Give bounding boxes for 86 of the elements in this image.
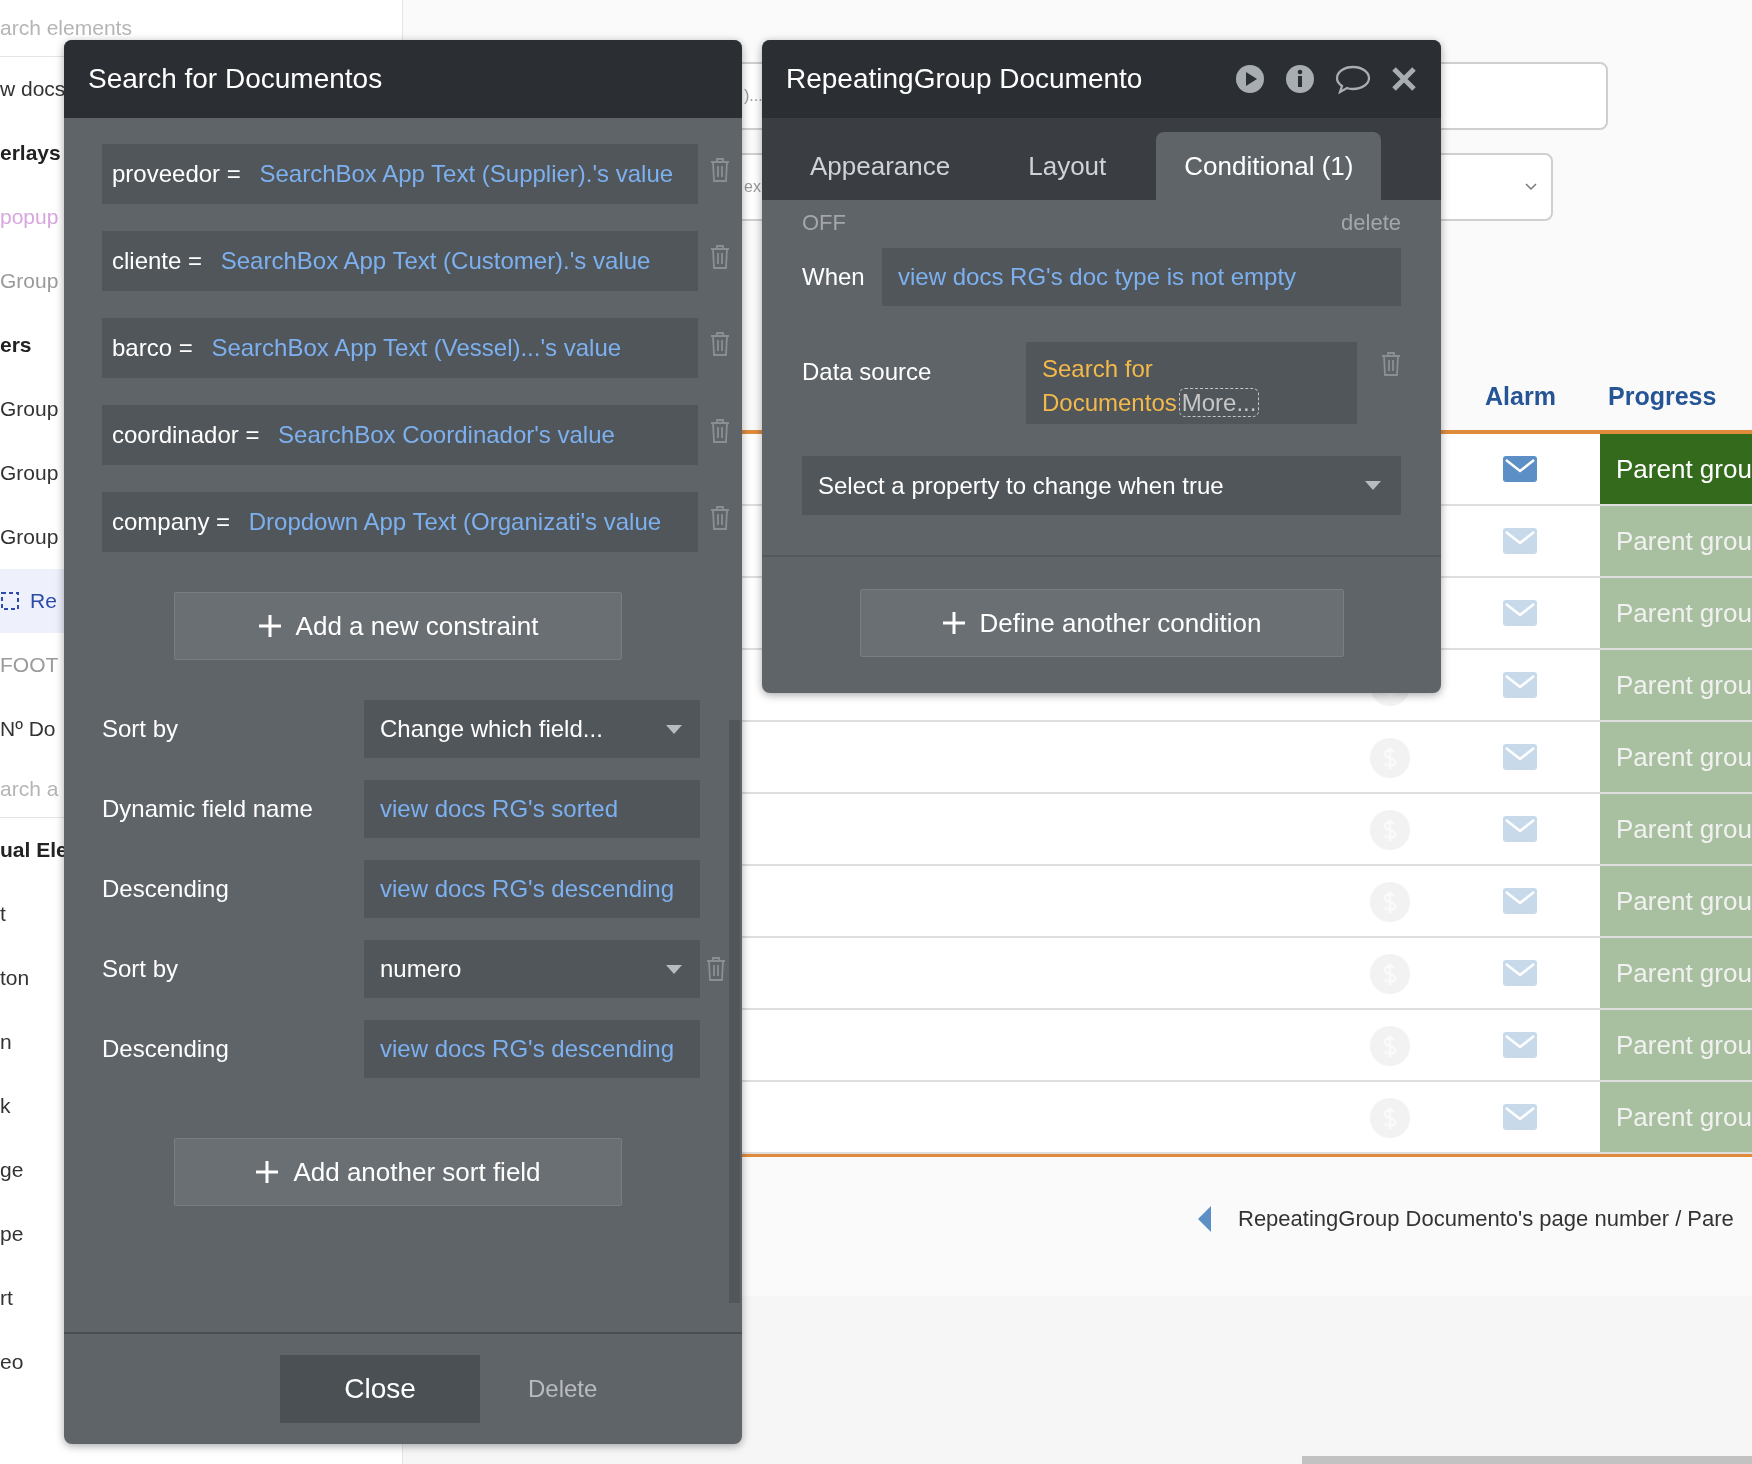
sidebar-item[interactable]: Group bbox=[0, 461, 59, 485]
sidebar-item[interactable]: k bbox=[0, 1094, 11, 1118]
tab[interactable]: Appearance bbox=[782, 132, 979, 200]
progress-cell: Parent grou bbox=[1600, 866, 1752, 936]
progress-cell: Parent grou bbox=[1600, 650, 1752, 720]
sidebar-item[interactable]: pe bbox=[0, 1222, 24, 1246]
trash-icon[interactable] bbox=[710, 419, 730, 443]
envelope-icon[interactable] bbox=[1503, 960, 1537, 986]
sidebar-item[interactable]: w docs bbox=[0, 77, 66, 101]
column-header: Progress bbox=[1608, 382, 1717, 411]
sidebar-item[interactable]: Group bbox=[0, 525, 59, 549]
close-button[interactable]: Close bbox=[280, 1355, 480, 1423]
column-header: Alarm bbox=[1485, 382, 1556, 411]
progress-cell: Parent grou bbox=[1600, 1010, 1752, 1080]
field-label: Data source bbox=[802, 358, 933, 386]
sidebar-item[interactable]: n bbox=[0, 1030, 12, 1054]
field-label: Sort by bbox=[102, 715, 180, 743]
field-label: Descending bbox=[102, 875, 230, 903]
trash-icon[interactable] bbox=[710, 245, 730, 269]
tab[interactable]: Layout bbox=[1000, 132, 1135, 200]
more-link[interactable]: More... bbox=[1178, 388, 1260, 417]
play-icon[interactable] bbox=[1235, 64, 1265, 94]
progress-cell: Parent grou bbox=[1600, 794, 1752, 864]
add-constraint-button[interactable]: Add a new constraint bbox=[174, 592, 622, 660]
constraint-expression[interactable]: coordinador = SearchBox Coordinador's value bbox=[102, 405, 698, 465]
horizontal-scrollbar[interactable] bbox=[1302, 1456, 1752, 1464]
sidebar-item[interactable]: Group bbox=[0, 397, 59, 421]
caret-down-icon bbox=[666, 724, 682, 734]
progress-cell: Parent grou bbox=[1600, 434, 1752, 504]
plus-icon bbox=[255, 1160, 280, 1184]
envelope-icon[interactable] bbox=[1503, 744, 1537, 770]
sidebar-item[interactable]: erlays bbox=[0, 141, 61, 165]
progress-cell: Parent grou bbox=[1600, 578, 1752, 648]
constraint-expression[interactable]: proveedor = SearchBox App Text (Supplier).'s value bbox=[102, 144, 698, 204]
constraint-expression[interactable]: company = Dropdown App Text (Organizati's value bbox=[102, 492, 698, 552]
sidebar-item[interactable]: ers bbox=[0, 333, 32, 357]
sort-dropdown[interactable]: Change which field... bbox=[364, 700, 700, 758]
sidebar-item[interactable]: Nº Do bbox=[0, 717, 56, 741]
caret-down-icon bbox=[1365, 481, 1381, 490]
envelope-icon[interactable] bbox=[1503, 816, 1537, 842]
previous-page-icon[interactable] bbox=[1198, 1206, 1212, 1232]
envelope-icon[interactable] bbox=[1503, 456, 1537, 482]
progress-cell: Parent grou bbox=[1600, 938, 1752, 1008]
progress-cell: Parent grou bbox=[1600, 1082, 1752, 1152]
info-icon[interactable] bbox=[1285, 64, 1315, 94]
envelope-icon[interactable] bbox=[1503, 1032, 1537, 1058]
envelope-icon[interactable] bbox=[1503, 888, 1537, 914]
envelope-icon[interactable] bbox=[1503, 528, 1537, 554]
envelope-icon[interactable] bbox=[1503, 600, 1537, 626]
trash-icon[interactable] bbox=[710, 158, 730, 182]
constraint-expression[interactable]: barco = SearchBox App Text (Vessel)...'s value bbox=[102, 318, 698, 378]
comment-icon[interactable] bbox=[1335, 64, 1371, 94]
field-label: Sort by bbox=[102, 955, 180, 983]
dashed-selection-icon bbox=[0, 591, 20, 611]
envelope-icon[interactable] bbox=[1503, 672, 1537, 698]
sort-dropdown[interactable]: numero bbox=[364, 940, 700, 998]
trash-icon[interactable] bbox=[1381, 352, 1401, 376]
sidebar-item[interactable]: eo bbox=[0, 1350, 24, 1374]
property-dropdown[interactable]: Select a property to change when true bbox=[802, 456, 1401, 515]
tab[interactable]: Conditional (1) bbox=[1156, 132, 1382, 200]
trash-icon[interactable] bbox=[710, 506, 730, 530]
trash-icon[interactable] bbox=[706, 957, 726, 981]
constraint-expression[interactable]: cliente = SearchBox App Text (Customer).'s value bbox=[102, 231, 698, 291]
panel-title: RepeatingGroup Documento bbox=[786, 63, 1143, 95]
sidebar-item[interactable]: t bbox=[0, 902, 6, 926]
field-label: Dynamic field name bbox=[102, 795, 314, 823]
close-icon[interactable] bbox=[1391, 66, 1417, 92]
chevron-down-icon bbox=[1525, 183, 1537, 191]
caret-down-icon bbox=[666, 964, 682, 974]
sidebar-item[interactable]: ton bbox=[0, 966, 30, 990]
field-label: When bbox=[802, 263, 866, 291]
data-source-field[interactable]: Search for Documentos More... bbox=[1026, 342, 1357, 424]
sidebar-item[interactable]: ge bbox=[0, 1158, 24, 1182]
condition-state: OFF bbox=[802, 210, 846, 236]
plus-icon bbox=[257, 614, 282, 638]
progress-cell: Parent grou bbox=[1600, 722, 1752, 792]
panel-title: Search for Documentos bbox=[88, 63, 383, 95]
trash-icon[interactable] bbox=[710, 332, 730, 356]
page-number-text: RepeatingGroup Documento's page number / Pare bbox=[1238, 1206, 1734, 1232]
sidebar-item[interactable]: rt bbox=[0, 1286, 13, 1310]
envelope-icon[interactable] bbox=[1503, 1104, 1537, 1130]
define-condition-button[interactable]: Define another condition bbox=[859, 589, 1344, 657]
add-sort-field-button[interactable]: Add another sort field bbox=[174, 1138, 622, 1206]
field-label: Descending bbox=[102, 1035, 230, 1063]
plus-icon bbox=[941, 611, 966, 635]
progress-cell: Parent grou bbox=[1600, 506, 1752, 576]
